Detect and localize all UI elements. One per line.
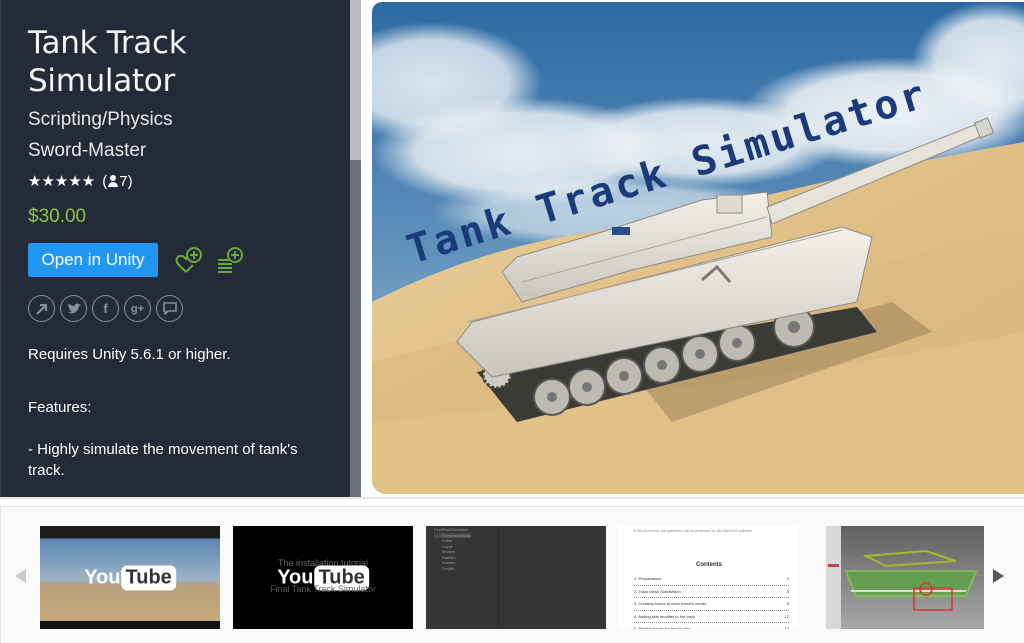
google-plus-icon[interactable]: g+ (124, 295, 151, 322)
doc-note: In this document, our operations will be… (633, 529, 753, 533)
wireframe-tank-icon (844, 549, 978, 611)
price: $30.00 (28, 206, 87, 227)
toc-item: 4. Adding skin modifier to the track (634, 613, 696, 619)
rating-count: ( 7 ) (102, 173, 132, 190)
rating-paren-close: ) (127, 172, 133, 190)
toc-item: 5. Binding bones for track's skin (634, 626, 691, 629)
carousel-prev-arrow[interactable] (15, 569, 26, 583)
thumbnail-wireframe[interactable] (826, 526, 984, 629)
twitter-icon[interactable] (60, 295, 87, 322)
toc-row: 5. Binding bones for track's skin 13 (634, 623, 789, 629)
youtube-logo-you: You (84, 566, 121, 588)
product-info-panel: Tank Track Simulator Scripting/Physics S… (0, 0, 350, 497)
social-share-row: f g+ (28, 295, 350, 322)
toc-page: 13 (784, 626, 789, 629)
panel-scrollbar[interactable] (350, 0, 361, 497)
youtube-logo: You Tube (84, 565, 176, 590)
open-in-unity-button[interactable]: Open in Unity (28, 243, 158, 277)
toc-row: 4. Adding skin modifier to the track 12 (634, 611, 789, 623)
youtube-logo-tube: Tube (121, 565, 176, 590)
toc-page: 9 (786, 601, 789, 606)
product-description: Requires Unity 5.6.1 or higher. Features… (28, 344, 350, 481)
section-divider (0, 497, 1024, 499)
facebook-icon[interactable]: f (92, 295, 119, 322)
toc-item: 3. Creating bones at each wheel's center (634, 601, 707, 606)
rating-count-value: 7 (119, 172, 128, 190)
comment-icon[interactable] (156, 295, 183, 322)
toc-page: 2 (786, 576, 789, 581)
toc-page: 3 (786, 588, 789, 594)
toc-item: 2. Track Mesh Subdivision (634, 588, 681, 594)
product-title-line-2: Simulator (28, 63, 175, 99)
list-plus-icon[interactable] (216, 245, 246, 275)
thumbnail-video-1[interactable]: You Tube (40, 526, 220, 629)
features-heading: Features: (28, 399, 92, 416)
feature-item: - Highly simulate the movement of tank's… (28, 441, 298, 479)
product-title-line-1: Tank Track (28, 25, 187, 61)
person-icon (108, 175, 119, 187)
media-carousel: You Tube The installation tutorial You T… (0, 506, 1024, 643)
action-row: Open in Unity (28, 243, 350, 277)
thumbnail-video-2[interactable]: The installation tutorial You Tube Final… (233, 526, 413, 629)
thumbnail-project-folders[interactable]: FinalTankSimulator Documentations Editor… (426, 526, 606, 629)
publisher-link[interactable]: Sword-Master (28, 139, 350, 163)
product-title: Tank Track Simulator (28, 24, 350, 100)
heart-plus-icon[interactable] (174, 245, 204, 275)
share-icon[interactable] (28, 295, 55, 322)
doc-toc: 1. Preparations 2 2. Track Mesh Subdivisi… (634, 573, 789, 629)
scrollbar-thumb[interactable] (350, 0, 361, 160)
toc-page: 12 (784, 613, 789, 619)
doc-contents-heading: Contents (696, 562, 722, 568)
asset-store-page: Tank Track Simulator Scripting/Physics S… (0, 0, 1024, 643)
video-caption-line-2: Final Tank Track Simulator (270, 584, 376, 594)
hero-illustration: Tank Track Simulator (372, 2, 1024, 494)
toc-row: 2. Track Mesh Subdivision 3 (634, 586, 789, 598)
hero-image[interactable]: Tank Track Simulator (372, 2, 1024, 494)
toc-row: 3. Creating bones at each wheel's center… (634, 598, 789, 611)
carousel-next-arrow[interactable] (993, 569, 1004, 583)
rating: ★★★★★ ( 7 ) (28, 172, 350, 191)
toc-row: 1. Preparations 2 (634, 573, 789, 586)
toc-item: 1. Preparations (634, 576, 662, 581)
requirement-text: Requires Unity 5.6.1 or higher. (28, 346, 231, 363)
folder-item: Scripts (442, 565, 455, 571)
rating-paren-open: ( (102, 172, 108, 190)
product-category-link[interactable]: Scripting/Physics (28, 108, 350, 132)
folder-item: FinalTankSimulator (434, 527, 469, 532)
folder-list: FinalTankSimulator Documentations Editor… (434, 527, 471, 571)
rating-stars: ★★★★★ (28, 173, 96, 190)
thumbnail-documentation[interactable]: In this document, our operations will be… (619, 526, 799, 629)
